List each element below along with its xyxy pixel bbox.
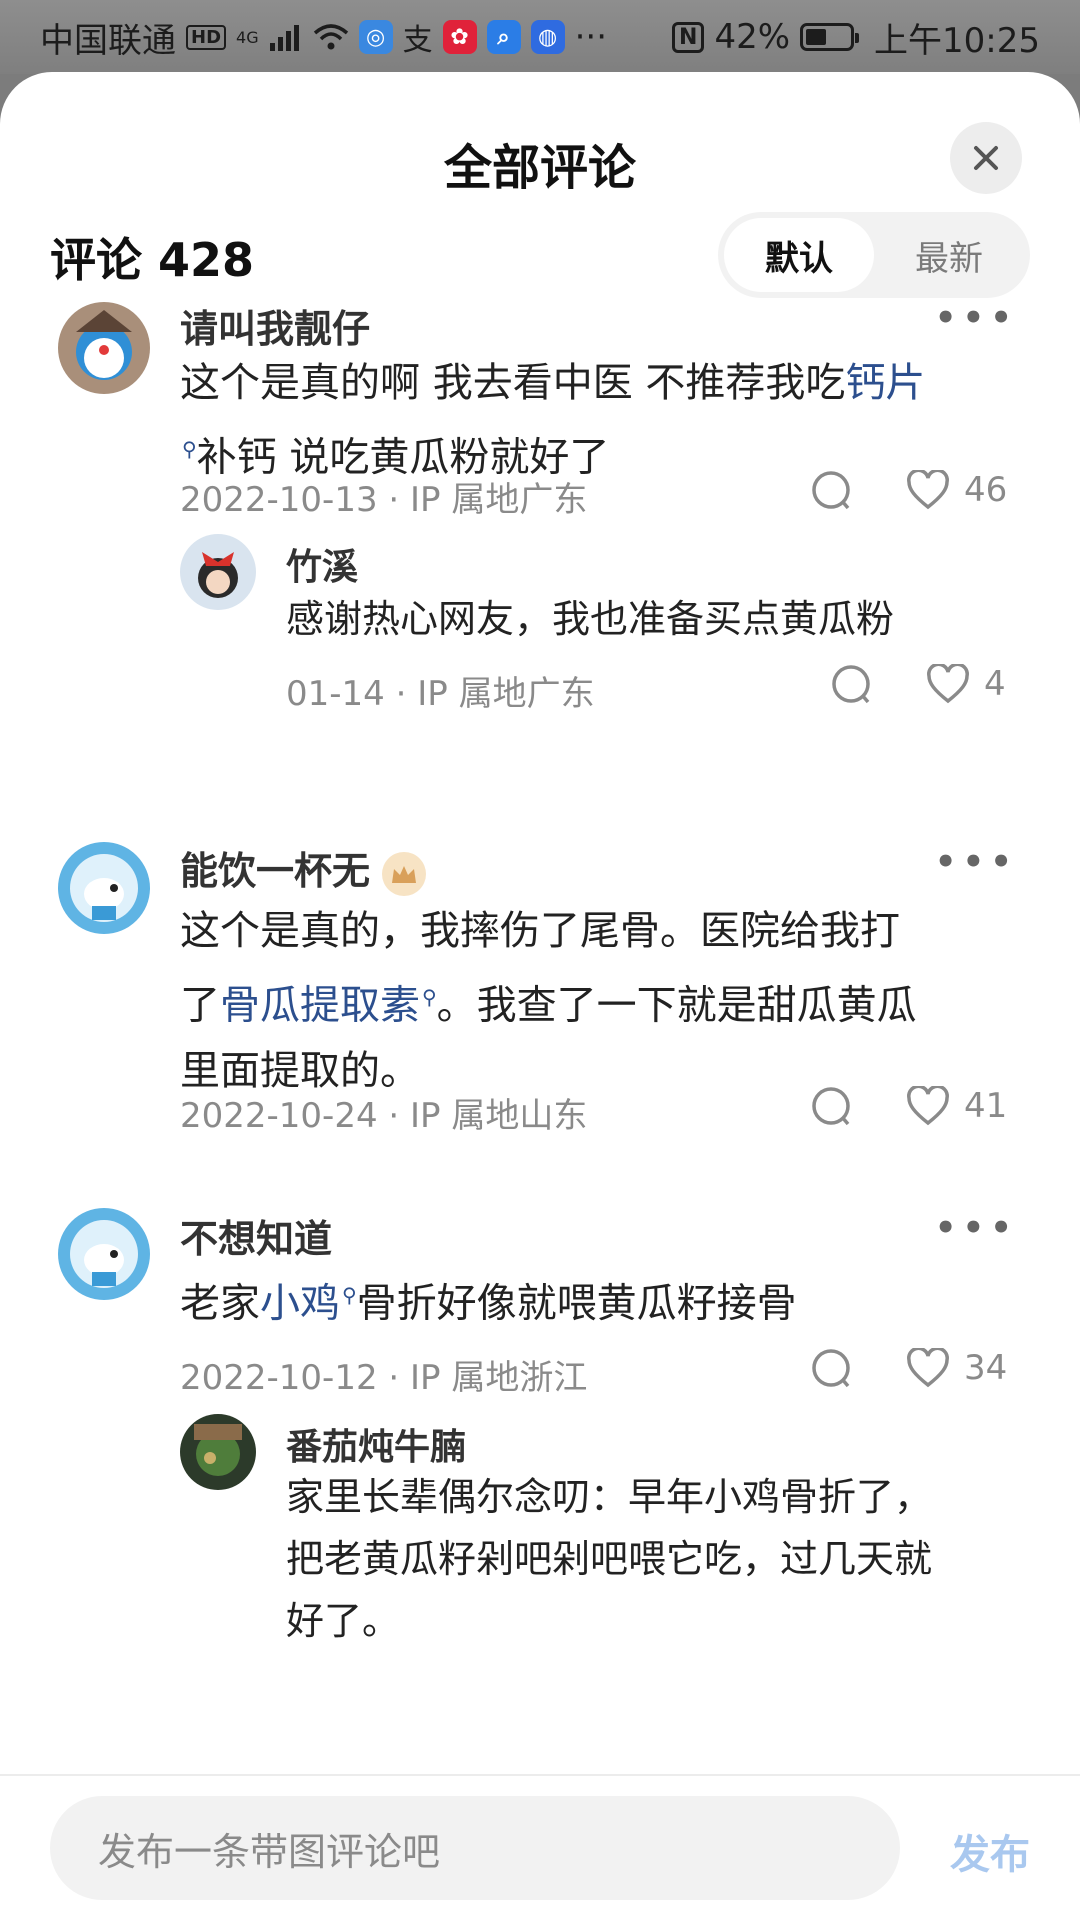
alipay-icon: 支 bbox=[402, 23, 433, 58]
keyword-search-icon[interactable]: ⚲ bbox=[342, 1283, 357, 1307]
like-button[interactable]: 4 bbox=[926, 664, 1006, 704]
sort-toggle: 默认 最新 bbox=[718, 212, 1030, 298]
reply-meta: 01-14 · IP 属地广东 bbox=[286, 674, 595, 714]
heart-icon bbox=[907, 470, 949, 510]
reply-date: 01-14 bbox=[286, 674, 385, 714]
sort-latest-tab[interactable]: 最新 bbox=[874, 218, 1024, 292]
carrier-label: 中国联通 bbox=[40, 20, 176, 61]
avatar[interactable] bbox=[58, 842, 150, 934]
reply-text-line: 把老黄瓜籽剁吧剁吧喂它吃，过几天就 bbox=[286, 1537, 933, 1581]
reply-button[interactable] bbox=[810, 470, 852, 512]
comment-ip: IP 属地山东 bbox=[410, 1096, 588, 1136]
comment-text-part: 老家 bbox=[180, 1280, 260, 1327]
comment-date: 2022-10-12 bbox=[180, 1358, 378, 1398]
more-options-icon[interactable]: ••• bbox=[935, 842, 1018, 882]
keyword-link[interactable]: 骨瓜提取素 bbox=[220, 982, 420, 1028]
comment-text-part: 骨折好像就喂黄瓜籽接骨 bbox=[356, 1280, 797, 1327]
heart-icon bbox=[907, 1348, 949, 1388]
comment-author[interactable]: 不想知道 bbox=[180, 1208, 332, 1263]
comment-author-name: 能饮一杯无 bbox=[180, 849, 371, 893]
reply-button[interactable] bbox=[810, 1348, 852, 1390]
keyword-link[interactable]: 小鸡 bbox=[260, 1280, 340, 1326]
comment-meta: 2022-10-12 · IP 属地浙江 bbox=[180, 1358, 588, 1398]
nfc-icon: N bbox=[672, 21, 705, 53]
comment-input-bar: 发布一条带图评论吧 发布 bbox=[0, 1774, 1080, 1920]
reply-button[interactable] bbox=[830, 664, 872, 706]
comment-author[interactable]: 能饮一杯无 bbox=[180, 840, 427, 896]
more-notifications-icon: ··· bbox=[574, 17, 608, 57]
hd-icon: HD bbox=[186, 24, 227, 50]
comment-text: 这个是真的啊 我去看中医 不推荐我吃钙片 ⚲补钙 说吃黄瓜粉就好了 bbox=[180, 350, 1030, 490]
network-label: 4G bbox=[236, 27, 259, 47]
keyword-link[interactable]: 钙片 bbox=[845, 360, 925, 406]
comment-author[interactable]: 请叫我靓仔 bbox=[180, 298, 370, 353]
comment-ip: IP 属地广东 bbox=[410, 480, 588, 520]
avatar[interactable] bbox=[180, 1414, 256, 1490]
like-button[interactable]: 46 bbox=[906, 470, 1007, 510]
reply-icon bbox=[832, 665, 870, 704]
comment-count: 评论 428 bbox=[50, 233, 255, 287]
avatar[interactable] bbox=[58, 302, 150, 394]
comment-ip: IP 属地浙江 bbox=[410, 1358, 588, 1398]
more-options-icon[interactable]: ••• bbox=[935, 1208, 1018, 1248]
search-app-icon: ⌕ bbox=[486, 20, 521, 54]
battery-icon bbox=[800, 23, 860, 51]
keyword-search-icon[interactable]: ⚲ bbox=[182, 437, 197, 461]
status-bar: 中国联通 HD 4G ◎ 支 ✿ ⌕ ◍ ··· N 42% 上午10:25 bbox=[0, 0, 1080, 74]
comment-text-part: 这个是真的啊 我去看中医 不推荐我吃 bbox=[180, 360, 846, 406]
comment-input[interactable]: 发布一条带图评论吧 bbox=[50, 1796, 900, 1900]
crown-badge-icon bbox=[382, 851, 427, 896]
sheet-title: 全部评论 bbox=[443, 140, 636, 196]
reply-icon bbox=[812, 1087, 850, 1126]
clock: 上午10:25 bbox=[874, 20, 1040, 61]
reply-ip: IP 属地广东 bbox=[417, 674, 595, 714]
comment-meta: 2022-10-13 · IP 属地广东 bbox=[180, 480, 588, 520]
like-count: 34 bbox=[964, 1348, 1008, 1388]
comment-text: 这个是真的，我摔伤了尾骨。医院给我打 了骨瓜提取素 ⚲。我查了一下就是甜瓜黄瓜 里… bbox=[180, 898, 1040, 1104]
comment-date: 2022-10-24 bbox=[180, 1096, 378, 1136]
reply-text: 感谢热心网友，我也准备买点黄瓜粉 bbox=[286, 597, 895, 641]
reply-author[interactable]: 竹溪 bbox=[286, 538, 358, 590]
browser-app-icon: ◎ bbox=[358, 20, 393, 54]
heart-icon bbox=[927, 664, 969, 704]
avatar[interactable] bbox=[180, 534, 256, 610]
bulb-app-icon: ◍ bbox=[530, 20, 565, 54]
comment-text: 老家小鸡 ⚲骨折好像就喂黄瓜籽接骨 bbox=[180, 1262, 1040, 1336]
reply-text-line: 家里长辈偶尔念叨：早年小鸡骨折了， bbox=[286, 1475, 933, 1519]
close-icon bbox=[974, 146, 998, 170]
comment-date: 2022-10-13 bbox=[180, 480, 378, 520]
reply-text-line: 好了。 bbox=[286, 1599, 401, 1643]
comment-meta: 2022-10-24 · IP 属地山东 bbox=[180, 1096, 588, 1136]
reply-author[interactable]: 番茄炖牛腩 bbox=[286, 1418, 466, 1470]
comment-text-line: 这个是真的，我摔伤了尾骨。医院给我打 bbox=[180, 908, 900, 954]
keyword-search-icon[interactable]: ⚲ bbox=[422, 985, 437, 1009]
avatar[interactable] bbox=[58, 1208, 150, 1300]
publish-button[interactable]: 发布 bbox=[950, 1822, 1030, 1880]
reply-icon bbox=[812, 471, 850, 510]
sheet-header: 全部评论 bbox=[0, 72, 1080, 222]
red-app-icon: ✿ bbox=[442, 20, 477, 54]
sort-default-tab[interactable]: 默认 bbox=[724, 218, 874, 292]
like-count: 41 bbox=[964, 1086, 1008, 1126]
comments-sheet: 全部评论 评论 428 默认 最新 请叫我靓仔 ••• 这个是真的啊 我去看中医… bbox=[0, 72, 1080, 1920]
comment-text-part: 了 bbox=[180, 982, 220, 1029]
reply-button[interactable] bbox=[810, 1086, 852, 1128]
like-button[interactable]: 34 bbox=[906, 1348, 1007, 1388]
signal-icon bbox=[269, 23, 303, 51]
wifi-icon bbox=[313, 23, 349, 51]
close-button[interactable] bbox=[950, 122, 1022, 194]
comment-list: 请叫我靓仔 ••• 这个是真的啊 我去看中医 不推荐我吃钙片 ⚲补钙 说吃黄瓜粉… bbox=[0, 298, 1080, 1774]
reply-icon bbox=[812, 1349, 850, 1388]
like-button[interactable]: 41 bbox=[906, 1086, 1007, 1126]
heart-icon bbox=[907, 1086, 949, 1126]
battery-percent: 42% bbox=[714, 17, 791, 57]
comment-text-part: 。我查了一下就是甜瓜黄瓜 bbox=[436, 982, 917, 1029]
like-count: 4 bbox=[984, 664, 1006, 704]
reply-text: 家里长辈偶尔念叨：早年小鸡骨折了， 把老黄瓜籽剁吧剁吧喂它吃，过几天就 好了。 bbox=[286, 1466, 932, 1652]
like-count: 46 bbox=[964, 470, 1008, 510]
more-options-icon[interactable]: ••• bbox=[935, 298, 1018, 338]
